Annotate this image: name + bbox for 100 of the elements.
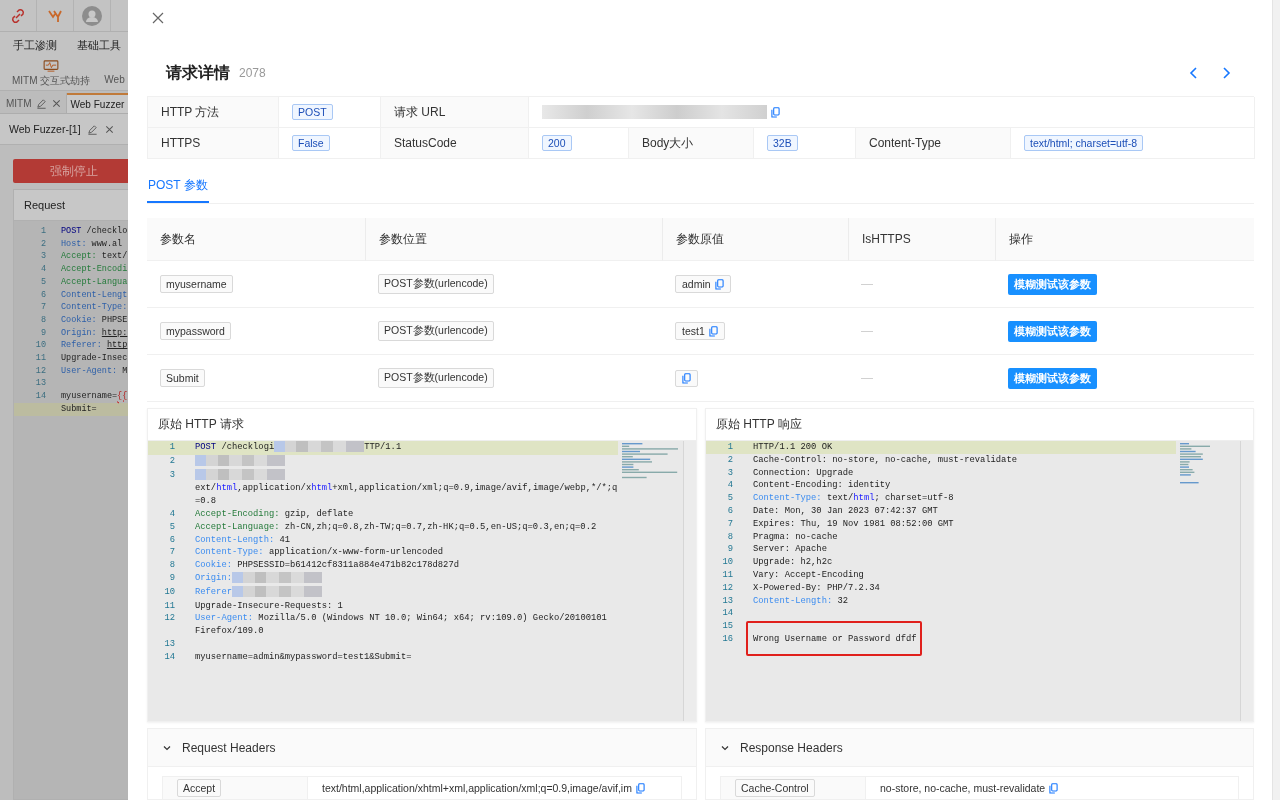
param-name-tag: Submit xyxy=(160,369,205,387)
line-number: 16 xyxy=(721,632,734,646)
line-number: 12 xyxy=(163,612,176,626)
code-line: Content-Lengt xyxy=(61,288,128,302)
field-label: HTTPS xyxy=(148,128,279,159)
line-number: 4 xyxy=(39,263,47,276)
copy-icon[interactable] xyxy=(1049,782,1059,794)
pencil-icon[interactable] xyxy=(35,97,47,109)
code-line: Expires: Thu, 19 Nov 1981 08:52:00 GMT xyxy=(753,517,954,531)
fuzz-button[interactable]: 模糊测试该参数 xyxy=(1008,273,1097,295)
avatar-icon[interactable] xyxy=(82,5,102,26)
field-label: Content-Type xyxy=(856,128,1011,159)
code-line: Vary: Accept-Encoding xyxy=(753,568,864,582)
line-number: 12 xyxy=(721,581,734,595)
code-line: Content-Length: 41 xyxy=(195,533,291,547)
value-tag: text/html; charset=utf-8 xyxy=(1024,135,1144,151)
line-number: 1 xyxy=(168,441,176,454)
value-tag: 32B xyxy=(767,135,798,151)
copy-icon[interactable] xyxy=(714,278,724,290)
fuzz-button[interactable]: 模糊测试该参数 xyxy=(1008,367,1097,389)
line-number: 9 xyxy=(168,571,176,585)
code-line: Content-Length: 32 xyxy=(753,594,849,608)
stop-button[interactable]: 强制停止 xyxy=(13,159,128,183)
close-icon[interactable] xyxy=(50,97,62,109)
line-number: 14 xyxy=(721,607,734,621)
column-header: 参数名 xyxy=(160,230,196,248)
code-line: Upgrade-Insecure-Requests: 1 xyxy=(195,599,343,613)
empty-value: — xyxy=(861,371,873,385)
card-title: Request xyxy=(14,190,128,221)
panel-title: 原始 HTTP 请求 xyxy=(148,409,696,441)
field-label: Body大小 xyxy=(629,128,754,159)
pencil-icon[interactable] xyxy=(86,123,98,135)
copy-icon[interactable] xyxy=(708,325,718,337)
panel-title[interactable]: Request Headers xyxy=(182,740,276,755)
header-name-tag: Accept xyxy=(177,779,222,797)
panel-title[interactable]: Response Headers xyxy=(740,740,843,755)
monitor-icon[interactable] xyxy=(43,60,60,72)
tab-label[interactable]: Web Fuzzer xyxy=(70,98,125,110)
menu-item[interactable]: 手工渗测 xyxy=(13,38,57,58)
line-number: 1 xyxy=(726,441,734,454)
code-line: Accept: text/ xyxy=(61,250,128,264)
header-value: text/html,application/xhtml+xml,application/xml;q=0.9,image/avif,im xyxy=(322,782,632,794)
code-line: Cookie: PHPSE xyxy=(61,313,128,327)
code-line: Content-Type: text/html; charset=utf-8 xyxy=(753,492,954,505)
line-number: 9 xyxy=(726,543,734,557)
line-number: 6 xyxy=(726,505,734,518)
field-label: HTTP 方法 xyxy=(148,97,279,128)
line-number: 11 xyxy=(721,568,734,582)
line-number: 8 xyxy=(168,559,176,572)
copy-icon[interactable] xyxy=(682,372,691,384)
line-number: 3 xyxy=(168,468,176,482)
code-line: Upgrade-Insec xyxy=(61,352,128,365)
code-line: User-Agent: M xyxy=(61,364,128,378)
copy-icon[interactable] xyxy=(771,106,780,118)
code-line: Upgrade: h2,h2c xyxy=(753,556,833,569)
line-number: 7 xyxy=(726,517,734,531)
line-number: 4 xyxy=(168,508,176,521)
value-tag: 200 xyxy=(542,135,572,151)
code-line: Accept-Langua xyxy=(61,275,128,289)
code-line: Submit= xyxy=(61,402,97,416)
tab[interactable]: POST 参数 xyxy=(147,173,209,203)
column-header: IsHTTPS xyxy=(862,232,911,246)
tab-label[interactable]: MITM xyxy=(6,97,32,109)
menu-item[interactable]: 基础工具 xyxy=(77,38,121,58)
code-line: Accept-Encodi xyxy=(61,263,128,276)
panel-title: 原始 HTTP 响应 xyxy=(706,409,1253,441)
code-text: TTP/1.1 xyxy=(364,441,402,454)
chevron-right-icon[interactable] xyxy=(1221,66,1231,81)
chevron-left-icon[interactable] xyxy=(1189,66,1199,81)
code-line: Date: Mon, 30 Jan 2023 07:42:37 GMT xyxy=(753,505,938,518)
code-line: myusername={{ xyxy=(61,390,128,403)
line-number: 5 xyxy=(168,520,176,534)
fuzz-button[interactable]: 模糊测试该参数 xyxy=(1008,320,1097,342)
line-number: 8 xyxy=(726,530,734,544)
line-number: 7 xyxy=(39,301,47,314)
line-number: 5 xyxy=(726,492,734,505)
scrollbar[interactable] xyxy=(1272,0,1280,800)
tab[interactable]: Web Fuzzer xyxy=(66,93,128,113)
code-line: Accept-Language: zh-CN,zh;q=0.8,zh-TW;q=0.7,zh-HK;q=0.5,en-US;q=0.3,en;q=0.2 xyxy=(195,520,597,534)
link-icon[interactable] xyxy=(10,7,26,24)
code-text: Referer xyxy=(195,585,232,599)
tool-label[interactable]: Web xyxy=(104,74,125,85)
line-number: 3 xyxy=(39,250,47,264)
close-icon[interactable] xyxy=(103,123,115,135)
param-name-tag: mypassword xyxy=(160,322,231,340)
param-value: admin xyxy=(682,278,711,290)
copy-icon[interactable] xyxy=(635,782,645,794)
tab[interactable]: MITM xyxy=(2,93,67,113)
code-line: POST /checklo xyxy=(61,225,128,238)
line-number: 8 xyxy=(39,313,47,327)
line-number: 14 xyxy=(163,650,176,664)
param-position-tag: POST参数(urlencode) xyxy=(378,274,494,294)
drawer-title: 请求详情 xyxy=(166,62,230,83)
line-number: 6 xyxy=(39,288,47,302)
code-line: Content-Encoding: identity xyxy=(753,479,891,493)
request-count: 2078 xyxy=(239,66,266,81)
tool-label[interactable]: MITM 交互式劫持 xyxy=(12,74,91,88)
header-value: no-store, no-cache, must-revalidate xyxy=(880,782,1046,794)
code-text: POST /checklogi xyxy=(195,441,275,454)
code-line: Content-Type: application/x-www-form-urlencoded xyxy=(195,546,444,560)
